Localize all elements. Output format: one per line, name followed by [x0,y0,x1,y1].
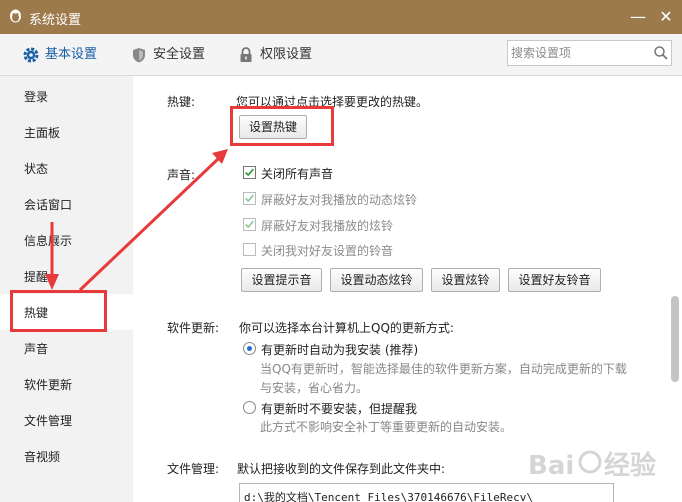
sidebar-item-login[interactable]: 登录 [0,78,133,114]
baidu-watermark-logo: Bai 经验 [528,450,656,481]
checkbox-box [243,218,256,231]
set-notification-sound-button[interactable]: 设置提示音 [241,268,322,292]
sidebar-item-software-update[interactable]: 软件更新 [0,366,133,402]
sidebar-item-hotkey[interactable]: 热键 [0,294,133,330]
tab-bar: 基本设置 安全设置 权限设置 [0,34,682,76]
sidebar-item-label: 登录 [24,90,49,104]
close-button[interactable]: ✕ [655,6,677,28]
block-dynamic-ringtone-checkbox[interactable]: 屏蔽好友对我播放的动态炫铃 [243,190,493,208]
sidebar-item-info-display[interactable]: 信息展示 [0,222,133,258]
sidebar-item-label: 热键 [24,306,49,320]
checkbox-label: 关闭我对好友设置的铃音 [261,244,394,258]
search-icon[interactable] [653,45,669,61]
search-box[interactable] [507,40,672,66]
sidebar-item-label: 提醒 [24,270,49,284]
set-ringtone-button[interactable]: 设置炫铃 [431,268,500,292]
scroll-thumb[interactable] [671,296,679,382]
auto-install-detail-line1: 当QQ有更新时，智能选择最佳的软件更新方案，自动完成更新的下载 [260,362,627,376]
svg-text:Bai: Bai [528,451,574,481]
title-bar: 系统设置 — ✕ [0,0,682,34]
set-friend-ringtone-button[interactable]: 设置好友铃音 [508,268,601,292]
check-icon [245,194,254,203]
sidebar-item-label: 信息展示 [24,234,73,248]
mute-all-sounds-checkbox[interactable]: 关闭所有声音 [243,164,493,182]
set-dynamic-ringtone-button[interactable]: 设置动态炫铃 [330,268,423,292]
hotkey-section-label: 热键: [167,95,196,109]
sidebar-item-label: 状态 [24,162,49,176]
update-description: 你可以选择本台计算机上QQ的更新方式: [239,321,454,335]
sidebar-item-file-management[interactable]: 文件管理 [0,402,133,438]
sidebar-item-label: 软件更新 [24,378,73,392]
checkbox-box [243,243,256,256]
tab-permission-settings[interactable]: 权限设置 [237,44,347,66]
block-ringtone-checkbox[interactable]: 屏蔽好友对我播放的炫铃 [243,216,493,234]
radio-label: 有更新时自动为我安装 (推荐) [261,343,419,357]
search-input[interactable] [511,43,649,63]
checkbox-box [243,166,256,179]
svg-text:经验: 经验 [604,450,656,481]
checkbox-label: 关闭所有声音 [261,167,334,181]
qq-penguin-icon [10,9,21,23]
sidebar-item-chat-window[interactable]: 会话窗口 [0,186,133,222]
file-section-label: 文件管理: [167,462,220,476]
sidebar-item-label: 主面板 [24,126,61,140]
sidebar-item-label: 文件管理 [24,414,73,428]
sidebar: 登录 主面板 状态 会话窗口 信息展示 提醒 热键 声音 软件更新 文件管理 音… [0,76,133,502]
file-description: 默认把接收到的文件保存到此文件夹中: [237,462,446,476]
notify-only-radio[interactable]: 有更新时不要安装，但提醒我 [243,399,443,417]
disable-friend-ringtone-checkbox[interactable]: 关闭我对好友设置的铃音 [243,241,493,259]
tab-label: 安全设置 [153,47,206,62]
auto-install-detail-line2: 与安装，省心省力。 [260,381,369,395]
lock-icon [240,47,252,62]
auto-install-radio[interactable]: 有更新时自动为我安装 (推荐) [243,340,443,358]
sidebar-item-label: 会话窗口 [24,198,73,212]
sidebar-item-sound[interactable]: 声音 [0,330,133,366]
settings-content: 热键: 您可以通过点击选择要更改的热键。 设置热键 声音: 关闭所有声音 屏蔽好… [133,76,668,502]
sidebar-item-status[interactable]: 状态 [0,150,133,186]
tab-label: 基本设置 [45,47,98,62]
tab-security-settings[interactable]: 安全设置 [130,44,240,66]
check-icon [245,168,254,177]
shield-icon [133,48,145,63]
check-icon [245,220,254,229]
checkbox-label: 屏蔽好友对我播放的炫铃 [261,219,394,233]
update-section-label: 软件更新: [167,321,220,335]
sidebar-item-main-panel[interactable]: 主面板 [0,114,133,150]
sidebar-item-label: 音视频 [24,450,61,464]
radio-label: 有更新时不要安装，但提醒我 [261,402,418,416]
sidebar-item-label: 声音 [24,342,49,356]
window-title: 系统设置 [29,13,82,28]
notify-only-detail: 此方式不影响安全补丁等重要更新的自动安装。 [260,420,513,434]
checkbox-box [243,192,256,205]
radio-dot [243,342,256,355]
tab-basic-settings[interactable]: 基本设置 [22,44,132,66]
tab-label: 权限设置 [260,47,313,62]
scrollbar[interactable] [668,76,682,502]
minimize-button[interactable]: — [627,6,649,28]
hotkey-description: 您可以通过点击选择要更改的热键。 [236,95,429,109]
set-hotkey-button[interactable]: 设置热键 [239,115,307,139]
radio-dot [243,401,256,414]
sidebar-item-reminder[interactable]: 提醒 [0,258,133,294]
sound-section-label: 声音: [167,168,196,182]
sidebar-item-audio-video[interactable]: 音视频 [0,438,133,474]
gear-icon [23,47,39,63]
checkbox-label: 屏蔽好友对我播放的动态炫铃 [261,193,418,207]
